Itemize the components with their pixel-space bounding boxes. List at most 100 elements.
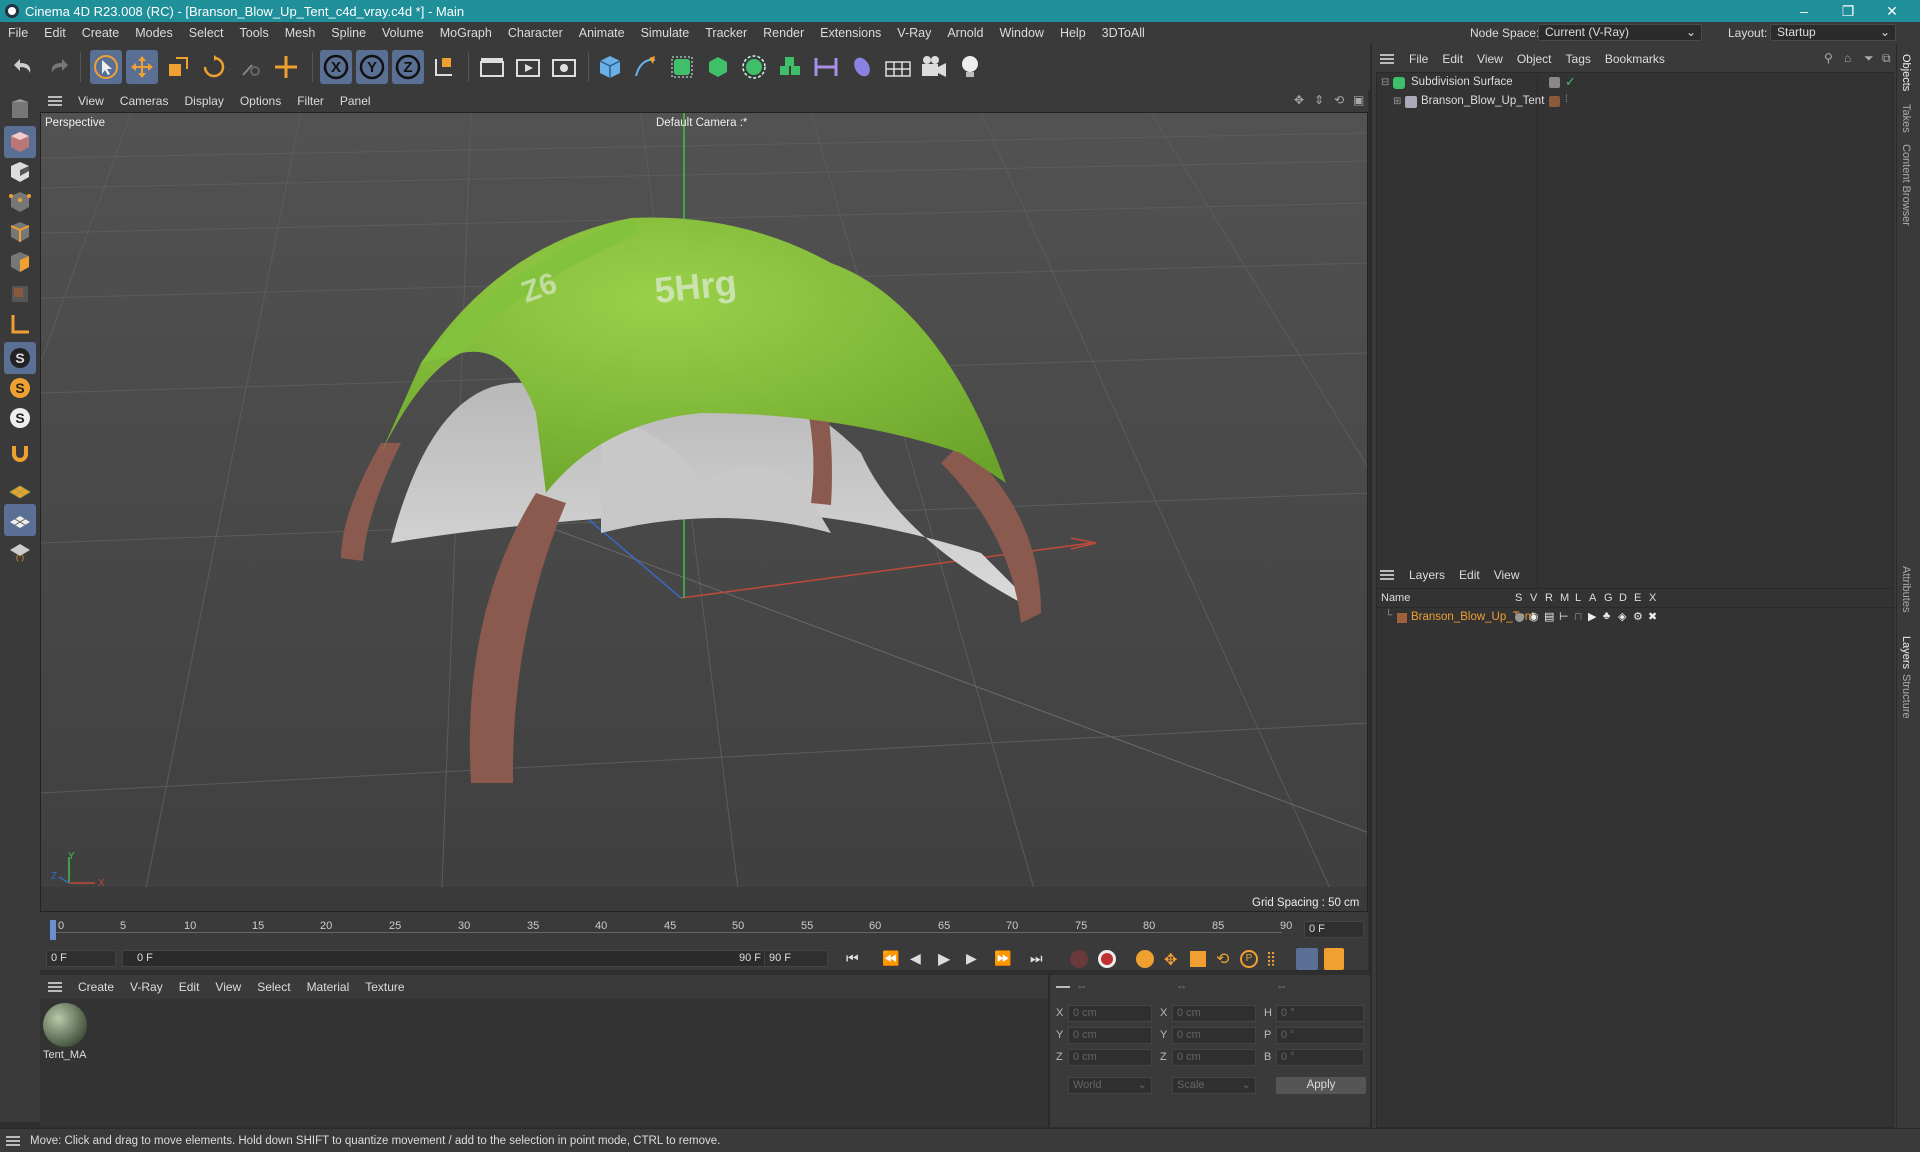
locked-workplane-button[interactable]: (·) — [4, 534, 36, 566]
pen-spline-button[interactable] — [630, 50, 662, 84]
material-thumbnail-tent[interactable] — [43, 1003, 87, 1047]
tab-layers[interactable]: Layers — [1900, 636, 1912, 669]
model-mode-button[interactable] — [4, 126, 36, 158]
object-menu-view[interactable]: View — [1470, 52, 1510, 66]
rotation-p-field[interactable]: 0 ° — [1276, 1027, 1364, 1044]
menu-vray[interactable]: V-Ray — [889, 22, 939, 44]
recent-tool-button[interactable] — [234, 50, 266, 84]
render-view-button[interactable] — [476, 50, 508, 84]
hamburger-icon[interactable] — [1380, 54, 1394, 64]
next-frame-button[interactable]: ▶ — [966, 950, 977, 967]
menu-animate[interactable]: Animate — [571, 22, 633, 44]
object-name[interactable]: Subdivision Surface — [1411, 76, 1513, 88]
layer-color-swatch[interactable] — [1397, 613, 1407, 623]
tab-takes[interactable]: Takes — [1900, 104, 1912, 133]
playhead[interactable] — [50, 920, 56, 940]
size-z-field[interactable]: 0 cm — [1172, 1049, 1256, 1066]
texture-mode-button[interactable] — [4, 156, 36, 188]
current-frame-field[interactable]: 0 F — [1304, 921, 1364, 938]
previous-frame-button[interactable]: ◀ — [910, 950, 921, 967]
timeline-window-button[interactable] — [1324, 948, 1344, 970]
tab-attributes[interactable]: Attributes — [1900, 566, 1912, 612]
menu-mesh[interactable]: Mesh — [277, 22, 324, 44]
expand-icon[interactable]: ⊞ — [1393, 96, 1401, 107]
key-position-icon[interactable]: ✥ — [1164, 950, 1177, 970]
key-pla-icon[interactable]: ⣿ — [1266, 950, 1276, 967]
hamburger-icon[interactable] — [1380, 570, 1394, 580]
close-button[interactable]: ✕ — [1870, 0, 1914, 22]
move-tool-button[interactable] — [126, 50, 158, 84]
layer-menu-layers[interactable]: Layers — [1402, 568, 1452, 582]
start-frame-field[interactable]: 0 F — [46, 950, 116, 967]
layer-color-chip[interactable] — [1549, 96, 1560, 107]
key-scale-icon[interactable] — [1190, 951, 1206, 967]
tab-objects[interactable]: Objects — [1900, 54, 1912, 91]
node-space-dropdown[interactable]: Current (V-Ray) ⌄ — [1538, 24, 1702, 41]
expand-icon[interactable]: ⊟ — [1381, 77, 1389, 88]
menu-modes[interactable]: Modes — [127, 22, 181, 44]
3d-viewport[interactable]: 5Hrg Z6 Perspective Default Camera :* Y … — [40, 112, 1368, 912]
hamburger-icon[interactable] — [48, 96, 62, 106]
viewport-menu-options[interactable]: Options — [232, 94, 289, 108]
home-icon[interactable]: ⌂ — [1844, 51, 1851, 65]
record-disabled-icon[interactable] — [1070, 950, 1088, 968]
object-menu-tags[interactable]: Tags — [1559, 52, 1598, 66]
points-mode-button[interactable] — [4, 186, 36, 218]
x-axis-lock-button[interactable]: X — [320, 50, 352, 84]
viewport-menu-view[interactable]: View — [70, 94, 112, 108]
layer-row[interactable]: └ Branson_Blow_Up_Tent ◉ ▤ ⊢ ⊓ ▶ ♣ ◈ ⚙ ✖ — [1377, 609, 1895, 627]
menu-volume[interactable]: Volume — [374, 22, 432, 44]
menu-spline[interactable]: Spline — [323, 22, 374, 44]
size-x-field[interactable]: 0 cm — [1172, 1005, 1256, 1022]
key-parameter-icon[interactable]: P — [1240, 950, 1258, 968]
tab-structure[interactable]: Structure — [1900, 674, 1912, 719]
viewport-menu-display[interactable]: Display — [176, 94, 231, 108]
object-row[interactable]: ⊟ Subdivision Surface ✓ — [1377, 74, 1895, 92]
live-selection-button[interactable] — [90, 50, 122, 84]
coordinate-system-button[interactable] — [428, 50, 460, 84]
menu-file[interactable]: File — [0, 22, 36, 44]
viewport-menu-panel[interactable]: Panel — [332, 94, 379, 108]
coordinate-mode-dropdown[interactable]: Scale ⌄ — [1172, 1077, 1256, 1094]
menu-simulate[interactable]: Simulate — [633, 22, 698, 44]
object-menu-object[interactable]: Object — [1510, 52, 1559, 66]
polygons-mode-button[interactable] — [4, 246, 36, 278]
camera-button[interactable] — [918, 50, 950, 84]
snap-button[interactable] — [4, 438, 36, 470]
motion-clip-button[interactable] — [1296, 948, 1318, 970]
make-editable-button[interactable] — [4, 94, 36, 126]
play-button[interactable]: ▶ — [938, 949, 950, 969]
restore-button[interactable]: ❐ — [1826, 0, 1870, 22]
manager-tree-icon[interactable]: ⊢ — [1559, 610, 1569, 623]
viewport-zoom-icon[interactable]: ⇕ — [1314, 93, 1324, 107]
planar-workplane-button[interactable] — [4, 504, 36, 536]
menu-tools[interactable]: Tools — [232, 22, 277, 44]
key-rotation-icon[interactable]: ⟲ — [1216, 949, 1229, 969]
viewport-move-icon[interactable]: ✥ — [1294, 93, 1304, 107]
light-button[interactable] — [954, 50, 986, 84]
menu-create[interactable]: Create — [74, 22, 128, 44]
z-axis-lock-button[interactable]: Z — [392, 50, 424, 84]
object-menu-edit[interactable]: Edit — [1435, 52, 1470, 66]
layout-dropdown[interactable]: Startup ⌄ — [1770, 24, 1896, 41]
size-y-field[interactable]: 0 cm — [1172, 1027, 1256, 1044]
position-z-field[interactable]: 0 cm — [1068, 1049, 1152, 1066]
xref-icon[interactable]: ✖ — [1648, 610, 1657, 623]
menu-render[interactable]: Render — [755, 22, 812, 44]
menu-window[interactable]: Window — [991, 22, 1051, 44]
search-icon[interactable]: ⚲ — [1824, 51, 1833, 65]
frame-range-slider[interactable]: 0 F 90 F — [122, 950, 782, 967]
tab-content-browser[interactable]: Content Browser — [1900, 144, 1912, 226]
render-settings-button[interactable] — [548, 50, 580, 84]
redo-button[interactable] — [42, 50, 74, 84]
object-menu-file[interactable]: File — [1402, 52, 1435, 66]
coordinate-space-dropdown[interactable]: World ⌄ — [1068, 1077, 1152, 1094]
viewport-menu-cameras[interactable]: Cameras — [112, 94, 177, 108]
axis-mode-button[interactable] — [4, 308, 36, 340]
position-x-field[interactable]: 0 cm — [1068, 1005, 1152, 1022]
apply-button[interactable]: Apply — [1276, 1077, 1366, 1094]
material-menu-material[interactable]: Material — [299, 980, 358, 994]
rotation-b-field[interactable]: 0 ° — [1276, 1049, 1364, 1066]
layer-menu-edit[interactable]: Edit — [1452, 568, 1487, 582]
menu-3dtoall[interactable]: 3DToAll — [1094, 22, 1153, 44]
